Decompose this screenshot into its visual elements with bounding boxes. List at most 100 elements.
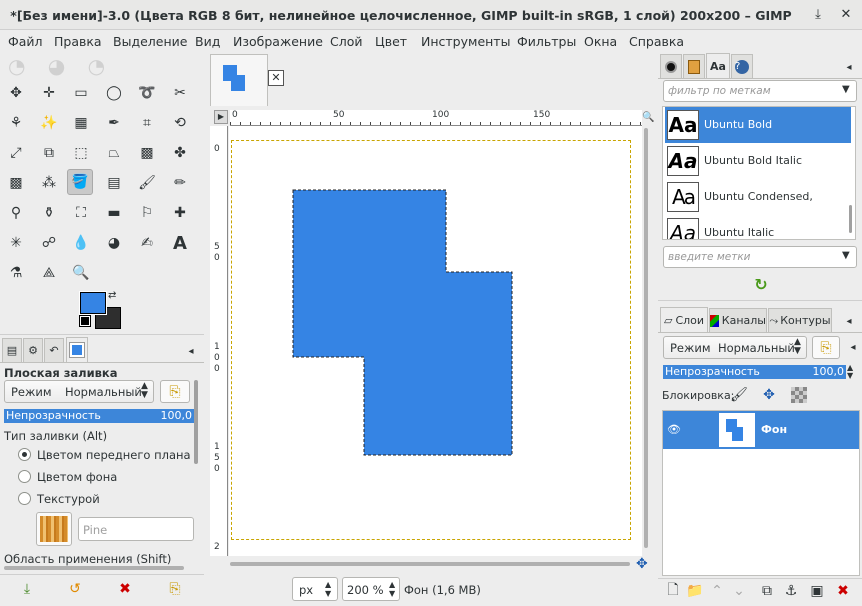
text-pen-icon[interactable]: ✍ — [134, 230, 160, 256]
canvas-viewport[interactable] — [229, 126, 642, 556]
save-options-icon[interactable]: ⤓ — [16, 578, 38, 600]
foreground-color-swatch[interactable] — [79, 291, 107, 315]
tab-device-status[interactable]: ⚙ — [23, 338, 43, 362]
canvas-hscrollbar[interactable] — [230, 562, 630, 566]
reset-options-icon[interactable]: ⎘ — [164, 578, 186, 600]
tab-tool-options[interactable]: ▤ — [2, 338, 22, 362]
tab-layers[interactable]: ▱ Слои — [660, 307, 708, 332]
paintbrush-icon[interactable]: 🖌 — [134, 170, 160, 196]
font-tags-field[interactable]: введите метки ▼ — [663, 246, 857, 268]
layer-opacity-arrows-icon[interactable]: ▲ ▼ — [847, 364, 853, 380]
free-select-icon[interactable]: ➰ — [134, 80, 160, 106]
menu-edit[interactable]: Правка — [54, 34, 102, 49]
tab-paths[interactable]: ⤳ Контуры — [768, 308, 832, 332]
unified-transform-icon[interactable]: ⬚ — [68, 140, 94, 166]
menu-filters[interactable]: Фильтры — [517, 34, 576, 49]
tab-images[interactable] — [66, 337, 88, 362]
menu-help[interactable]: Справка — [629, 34, 684, 49]
image-tab[interactable] — [210, 54, 268, 106]
fill-pattern-radio[interactable] — [18, 492, 31, 505]
navigate-icon[interactable]: ✥ — [636, 556, 648, 572]
layer-mask-icon[interactable]: ▣ — [806, 580, 828, 602]
swap-colors-icon[interactable]: ⇄ — [108, 290, 116, 301]
horizontal-scrollbar[interactable] — [4, 566, 184, 570]
pattern-name-field[interactable]: Pine — [78, 517, 194, 541]
layers-panel-menu-icon[interactable]: ◂ — [838, 310, 860, 332]
unit-select[interactable]: px ▲ ▼ — [292, 577, 338, 601]
lock-pixels-icon[interactable]: 🖌 — [728, 384, 750, 406]
restore-options-icon[interactable]: ↺ — [64, 578, 86, 600]
color-picker-icon[interactable]: ⚗ — [3, 260, 29, 286]
tab-brushes[interactable] — [660, 54, 682, 78]
fonts-panel-menu-icon[interactable]: ◂ — [838, 56, 860, 78]
lock-zoom-icon[interactable]: 🔍 — [642, 112, 654, 123]
layer-row[interactable]: 👁 Фон — [663, 411, 859, 449]
raise-layer-icon[interactable]: ⌃ — [706, 580, 728, 602]
rect-select-icon[interactable]: ▭ — [68, 80, 94, 106]
navigate-menu-icon[interactable]: ▶ — [214, 110, 228, 124]
eraser-icon[interactable]: ▬ — [101, 200, 127, 226]
blur-icon[interactable]: 💧 — [68, 230, 94, 256]
gradient-icon[interactable]: ▤ — [101, 170, 127, 196]
fuzzy-select-icon[interactable]: ⚘ — [3, 110, 29, 136]
font-filter-field[interactable]: фильтр по меткам ▼ — [663, 80, 857, 102]
menu-color[interactable]: Цвет — [375, 34, 407, 49]
scissors-icon[interactable]: ✂ — [167, 80, 193, 106]
checker-icon[interactable]: ▩ — [3, 170, 29, 196]
font-item[interactable]: Aa Ubuntu Bold — [665, 107, 851, 143]
lock-position-icon[interactable]: ✥ — [758, 384, 780, 406]
align-tool-icon[interactable]: ✛ — [36, 80, 62, 106]
lock-alpha-icon[interactable] — [788, 384, 810, 406]
new-layer-icon[interactable]: 🗋 — [662, 580, 684, 602]
tab-channels[interactable]: Каналы — [709, 308, 767, 332]
opacity-slider[interactable]: Непрозрачность 100,0 — [4, 409, 194, 423]
mode-select[interactable]: Режим Нормальный ▲ ▼ — [4, 380, 154, 403]
fill-fg-radio[interactable] — [18, 448, 31, 461]
mypaint-brush-icon[interactable]: ⛶ — [68, 200, 94, 226]
menu-select[interactable]: Выделение — [113, 34, 187, 49]
duplicate-layer-icon[interactable]: ⧉ — [756, 580, 778, 602]
delete-options-icon[interactable]: ✖ — [114, 578, 136, 600]
panel-menu-icon[interactable]: ◂ — [180, 340, 202, 362]
close-tab-icon[interactable]: ✕ — [268, 70, 284, 86]
anchor-layer-icon[interactable]: ⚓ — [780, 580, 802, 602]
tab-patterns[interactable] — [683, 54, 705, 78]
new-layer-group-icon[interactable]: 📁 — [684, 580, 706, 602]
layer-opacity-slider[interactable]: Непрозрачность 100,0 — [663, 365, 846, 379]
menu-tools[interactable]: Инструменты — [421, 34, 510, 49]
font-list-scrollbar[interactable] — [849, 205, 852, 233]
dodge-icon[interactable]: ◕ — [101, 230, 127, 256]
airbrush-icon[interactable]: ⚲ — [3, 200, 29, 226]
minimize-icon[interactable]: ⤓ — [810, 7, 826, 23]
menu-view[interactable]: Вид — [195, 34, 220, 49]
reset-mode-icon[interactable]: ⎘ — [160, 380, 190, 403]
font-item[interactable]: Aa Ubuntu Italic — [665, 215, 851, 239]
close-icon[interactable]: ✕ — [838, 7, 854, 23]
zoom-select[interactable]: 200 % ▲ ▼ — [342, 577, 400, 601]
smudge-icon[interactable]: ☍ — [36, 230, 62, 256]
perspective-clone-icon[interactable]: ✳ — [3, 230, 29, 256]
bucket-fill-icon[interactable]: 🪣 — [67, 169, 93, 195]
cage-transform-icon[interactable]: ▩ — [134, 140, 160, 166]
paths-icon[interactable]: ✒ — [101, 110, 127, 136]
menu-layer[interactable]: Слой — [330, 34, 363, 49]
layer-mode-more-icon[interactable]: ◂ — [842, 336, 862, 358]
vertical-scrollbar[interactable] — [194, 380, 198, 464]
shear-icon[interactable]: ⧉ — [36, 140, 62, 166]
layer-mode-select[interactable]: Режим Нормальный ▲ ▼ — [663, 336, 807, 359]
default-colors-icon[interactable] — [79, 315, 91, 327]
menu-windows[interactable]: Окна — [584, 34, 617, 49]
measure-icon[interactable]: ⟁ — [36, 260, 62, 286]
font-item[interactable]: Aa Ubuntu Bold Italic — [665, 143, 851, 179]
warp-transform-icon[interactable]: ✤ — [167, 140, 193, 166]
handle-transform-icon[interactable]: ⁂ — [36, 170, 62, 196]
scale-icon[interactable]: ⤢ — [3, 140, 29, 166]
fill-bg-radio[interactable] — [18, 470, 31, 483]
ink-icon[interactable]: ⚱ — [36, 200, 62, 226]
move-tool-icon[interactable]: ✥ — [3, 80, 29, 106]
magic-wand-icon[interactable]: ✨ — [36, 110, 62, 136]
ellipse-select-icon[interactable]: ◯ — [101, 80, 127, 106]
menu-file[interactable]: Файл — [8, 34, 43, 49]
tab-fonts[interactable]: Aa — [706, 53, 730, 78]
tab-undo-history[interactable]: ↶ — [44, 338, 64, 362]
